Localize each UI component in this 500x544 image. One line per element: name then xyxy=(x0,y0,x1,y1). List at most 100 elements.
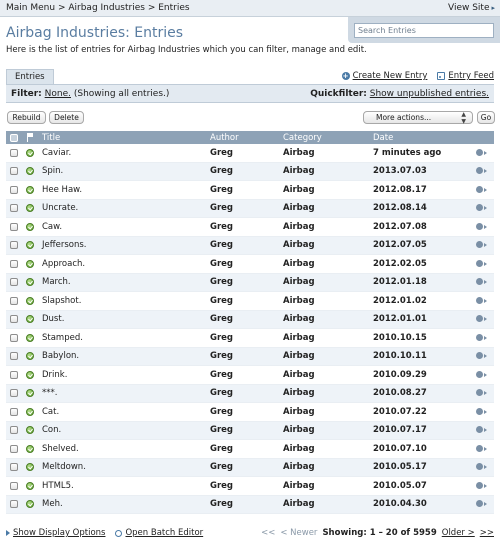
entry-title-link[interactable]: Uncrate. xyxy=(38,203,210,213)
newer-page-link[interactable]: < Newer xyxy=(280,528,317,538)
row-checkbox[interactable] xyxy=(9,426,18,435)
last-page-link[interactable]: >> xyxy=(480,528,494,538)
view-entry-icon[interactable] xyxy=(475,463,488,471)
row-checkbox[interactable] xyxy=(9,407,18,416)
row-checkbox[interactable] xyxy=(9,222,18,231)
row-checkbox[interactable] xyxy=(9,167,18,176)
batch-editor-link[interactable]: Open Batch Editor xyxy=(125,528,203,538)
view-site-link[interactable]: View Site ▸ xyxy=(448,3,495,13)
breadcrumb-blog[interactable]: Airbag Industries xyxy=(68,3,145,13)
view-entry-icon[interactable] xyxy=(475,148,488,157)
tab-entries[interactable]: Entries xyxy=(6,69,54,84)
search-input[interactable] xyxy=(354,22,494,38)
view-entry-icon[interactable] xyxy=(475,500,488,508)
go-button[interactable]: Go xyxy=(477,111,495,124)
row-checkbox[interactable] xyxy=(9,463,18,472)
entry-title-link[interactable]: Jeffersons. xyxy=(38,240,210,250)
view-entry-icon[interactable] xyxy=(475,185,488,194)
view-entry-icon[interactable] xyxy=(475,278,488,286)
row-checkbox[interactable] xyxy=(9,278,18,287)
entry-title-link[interactable]: Caw. xyxy=(38,222,210,232)
row-checkbox[interactable] xyxy=(9,352,18,361)
entry-title-link[interactable]: Cat. xyxy=(38,407,210,417)
entry-title-link[interactable]: ***. xyxy=(38,388,210,398)
view-entry-icon[interactable] xyxy=(475,167,488,175)
create-entry-link[interactable]: Create New Entry xyxy=(353,71,428,81)
entry-title-link[interactable]: Con. xyxy=(38,425,210,435)
view-entry-icon[interactable] xyxy=(475,333,488,342)
entry-title-link[interactable]: Drink. xyxy=(38,370,210,380)
display-options-link[interactable]: Show Display Options xyxy=(13,528,105,538)
older-page-link[interactable]: Older > xyxy=(442,528,475,538)
view-entry-icon[interactable] xyxy=(475,315,488,323)
entry-title-link[interactable]: Hee Haw. xyxy=(38,185,210,195)
view-entry-icon[interactable] xyxy=(475,426,488,434)
more-actions-select[interactable]: More actions... ▲ ▼ xyxy=(363,111,473,125)
entry-title-link[interactable]: Caviar. xyxy=(38,148,210,158)
view-entry-icon[interactable] xyxy=(475,296,488,305)
display-options-action[interactable]: Show Display Options xyxy=(6,528,105,538)
column-date[interactable]: Date xyxy=(373,133,469,143)
entry-category: Airbag xyxy=(283,480,315,491)
row-checkbox[interactable] xyxy=(9,204,18,213)
entry-category: Airbag xyxy=(283,166,315,177)
select-all-checkbox[interactable] xyxy=(9,133,18,142)
entry-title-link[interactable]: Meh. xyxy=(38,499,210,509)
view-entry-icon[interactable] xyxy=(475,204,488,212)
entry-feed-link[interactable]: Entry Feed xyxy=(448,71,494,81)
row-status-cell xyxy=(21,463,38,472)
column-category[interactable]: Category xyxy=(283,133,373,143)
table-row: ***. Greg Airbag 2010.08.27 xyxy=(6,384,494,403)
table-row: Caviar. Greg Airbag 7 minutes ago xyxy=(6,144,494,163)
entry-title-link[interactable]: HTML5. xyxy=(38,481,210,491)
entry-date: 2012.07.05 xyxy=(373,240,427,251)
row-checkbox[interactable] xyxy=(9,315,18,324)
view-entry-icon[interactable] xyxy=(475,444,488,453)
published-status-icon xyxy=(25,185,34,194)
view-entry-icon[interactable] xyxy=(475,222,488,231)
breadcrumb-main-menu[interactable]: Main Menu xyxy=(6,3,55,13)
entry-category: Airbag xyxy=(283,499,315,510)
column-author[interactable]: Author xyxy=(210,133,283,143)
table-header: Title Author Category Date xyxy=(6,131,494,144)
view-entry-icon[interactable] xyxy=(475,352,488,360)
row-checkbox[interactable] xyxy=(9,148,18,157)
entry-title-link[interactable]: March. xyxy=(38,277,210,287)
batch-editor-action[interactable]: Open Batch Editor xyxy=(115,528,203,538)
row-checkbox[interactable] xyxy=(9,296,18,305)
row-checkbox[interactable] xyxy=(9,333,18,342)
first-page-link[interactable]: << xyxy=(261,528,275,538)
entry-author: Greg xyxy=(210,425,234,436)
row-checkbox[interactable] xyxy=(9,500,18,509)
table-row: Slapshot. Greg Airbag 2012.01.02 xyxy=(6,292,494,311)
view-entry-icon[interactable] xyxy=(475,407,488,416)
entry-category: Airbag xyxy=(283,258,315,269)
view-entry-icon[interactable] xyxy=(475,481,488,490)
row-checkbox[interactable] xyxy=(9,481,18,490)
row-checkbox[interactable] xyxy=(9,241,18,250)
entry-title-link[interactable]: Meltdown. xyxy=(38,462,210,472)
row-checkbox[interactable] xyxy=(9,185,18,194)
delete-button[interactable]: Delete xyxy=(49,111,84,124)
row-checkbox[interactable] xyxy=(9,389,18,398)
view-entry-icon[interactable] xyxy=(475,259,488,268)
entry-title-link[interactable]: Babylon. xyxy=(38,351,210,361)
entry-title-link[interactable]: Dust. xyxy=(38,314,210,324)
column-title[interactable]: Title xyxy=(38,133,210,143)
view-entry-icon[interactable] xyxy=(475,370,488,379)
view-entry-icon[interactable] xyxy=(475,241,488,249)
view-entry-icon[interactable] xyxy=(475,389,488,397)
row-checkbox[interactable] xyxy=(9,444,18,453)
entry-title-link[interactable]: Approach. xyxy=(38,259,210,269)
entry-title-link[interactable]: Slapshot. xyxy=(38,296,210,306)
entry-title-link[interactable]: Stamped. xyxy=(38,333,210,343)
quickfilter-link[interactable]: Show unpublished entries. xyxy=(370,89,489,99)
entry-title-link[interactable]: Shelved. xyxy=(38,444,210,454)
filter-value-link[interactable]: None. xyxy=(45,89,71,99)
row-checkbox[interactable] xyxy=(9,370,18,379)
entry-title-link[interactable]: Spin. xyxy=(38,166,210,176)
row-checkbox[interactable] xyxy=(9,259,18,268)
create-entry-action[interactable]: + Create New Entry xyxy=(341,71,428,81)
rebuild-button[interactable]: Rebuild xyxy=(7,111,46,124)
entry-feed-action[interactable]: Entry Feed xyxy=(437,71,494,81)
